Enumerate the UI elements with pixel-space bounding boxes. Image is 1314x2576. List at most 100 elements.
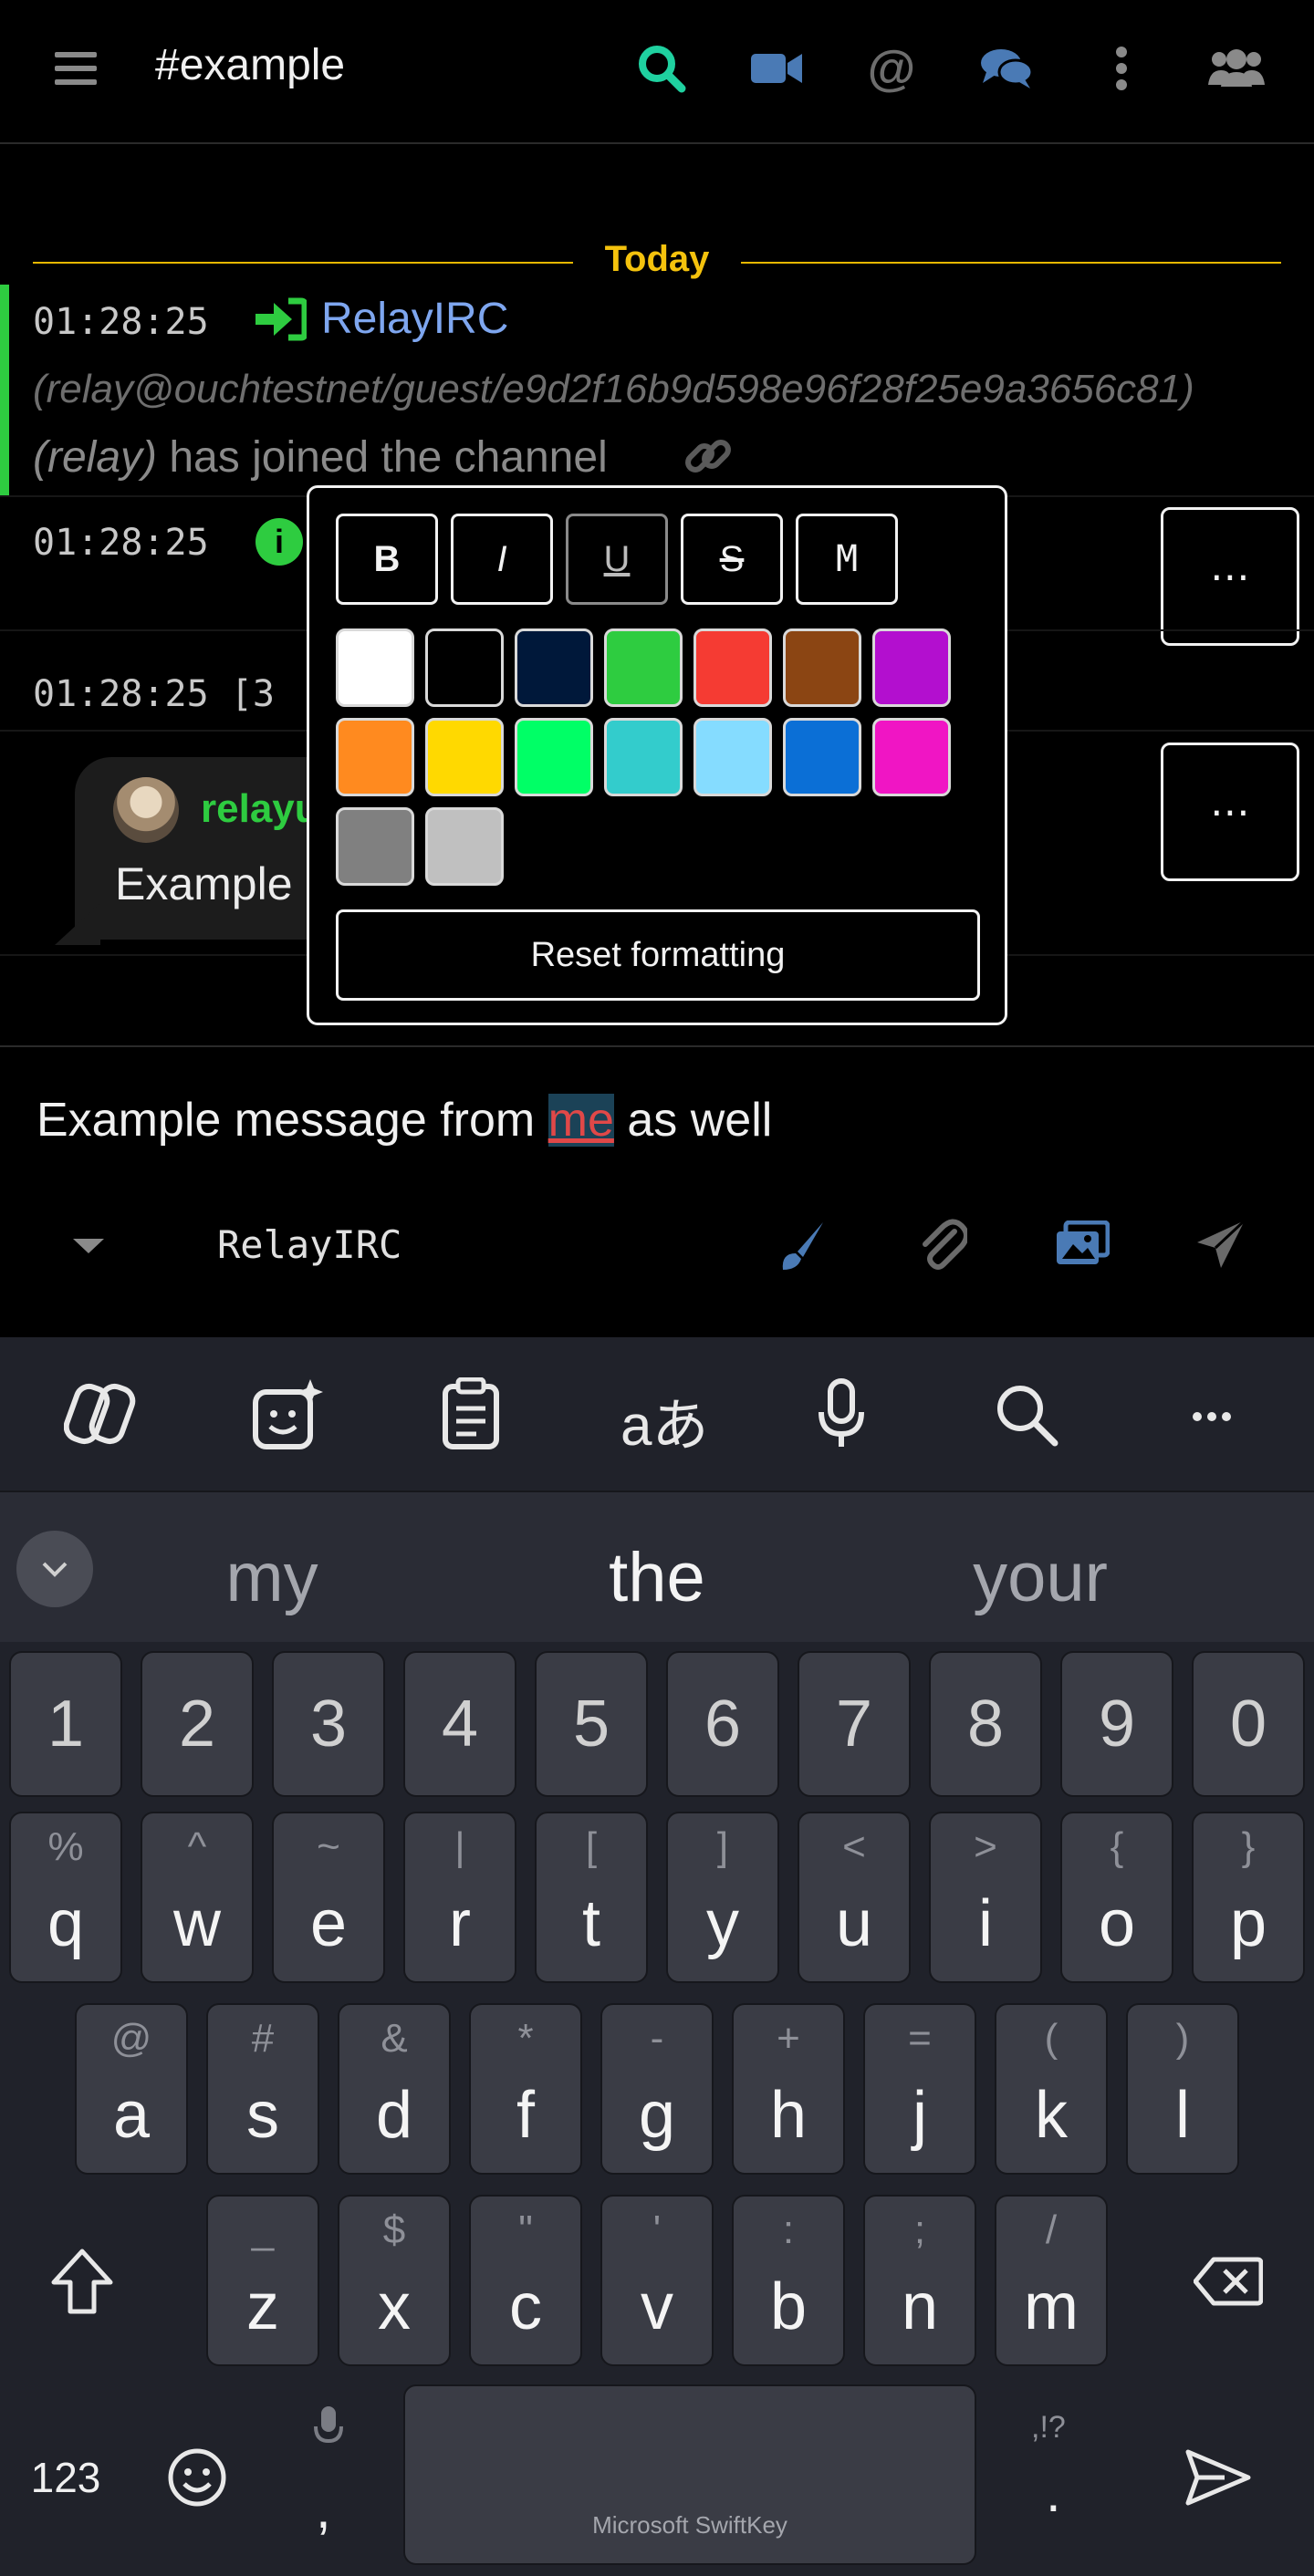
- shift-icon[interactable]: [36, 2231, 128, 2332]
- expand-toolbar-icon[interactable]: [71, 1237, 106, 1260]
- color-swatch[interactable]: [604, 718, 683, 796]
- image-upload-icon[interactable]: [1055, 1220, 1111, 1271]
- italic-button[interactable]: I: [451, 514, 553, 605]
- strikethrough-button[interactable]: S: [681, 514, 783, 605]
- number-key[interactable]: 6: [666, 1651, 779, 1797]
- letter-key[interactable]: ^ w: [141, 1812, 254, 1983]
- bubble-nick[interactable]: relayu: [201, 786, 319, 832]
- letter-key[interactable]: ) l: [1126, 2003, 1239, 2175]
- color-swatch[interactable]: [336, 718, 414, 796]
- letter-key[interactable]: * f: [469, 2003, 582, 2175]
- bold-button[interactable]: B: [336, 514, 438, 605]
- underline-button[interactable]: U: [566, 514, 668, 605]
- message-more-button[interactable]: ⋯: [1161, 743, 1299, 881]
- suggestion-right[interactable]: your: [903, 1538, 1177, 1617]
- letter-key[interactable]: < u: [798, 1812, 911, 1983]
- color-swatch[interactable]: [515, 718, 593, 796]
- join-icon: [256, 297, 308, 346]
- search-icon[interactable]: [995, 1383, 1058, 1451]
- message-more-button[interactable]: ⋯: [1161, 507, 1299, 646]
- attachment-icon[interactable]: [918, 1219, 969, 1278]
- letter-key[interactable]: -g: [600, 2003, 714, 2175]
- space-key[interactable]: Microsoft SwiftKey: [403, 2384, 976, 2565]
- number-key[interactable]: 5: [535, 1651, 648, 1797]
- color-swatch[interactable]: [336, 807, 414, 886]
- letter-key[interactable]: + h: [732, 2003, 845, 2175]
- copilot-icon[interactable]: [63, 1377, 137, 1455]
- identity-label[interactable]: RelayIRC: [217, 1222, 402, 1267]
- letter-key[interactable]: $ x: [338, 2195, 451, 2366]
- suggestion-center[interactable]: the: [520, 1538, 794, 1617]
- suggestion-left[interactable]: my: [135, 1538, 409, 1617]
- number-key[interactable]: 9: [1060, 1651, 1173, 1797]
- letter-key[interactable]: = j: [863, 2003, 976, 2175]
- color-swatch[interactable]: [425, 628, 504, 707]
- color-swatch[interactable]: [694, 718, 772, 796]
- microphone-icon[interactable]: [816, 1377, 867, 1455]
- number-key[interactable]: 8: [929, 1651, 1042, 1797]
- avatar[interactable]: [113, 777, 179, 843]
- letter-key[interactable]: ] y: [666, 1812, 779, 1983]
- number-key[interactable]: 7: [798, 1651, 911, 1797]
- letter-key[interactable]: ~ e: [272, 1812, 385, 1983]
- more-vertical-icon[interactable]: [1090, 36, 1153, 100]
- menu-icon[interactable]: [44, 36, 108, 100]
- color-swatch[interactable]: [515, 628, 593, 707]
- backspace-icon[interactable]: [1183, 2240, 1274, 2322]
- period-key[interactable]: .: [1046, 2461, 1061, 2524]
- link-icon[interactable]: [683, 431, 734, 486]
- letter-key[interactable]: ' v: [600, 2195, 714, 2366]
- divider-line-right: [741, 262, 1281, 264]
- number-key[interactable]: 0: [1192, 1651, 1305, 1797]
- letter-key[interactable]: & d: [338, 2003, 451, 2175]
- letter-key[interactable]: @ a: [75, 2003, 188, 2175]
- members-icon[interactable]: [1204, 36, 1268, 100]
- letter-key[interactable]: % q: [9, 1812, 122, 1983]
- letter-key[interactable]: ; n: [863, 2195, 976, 2366]
- more-horizontal-icon[interactable]: [1192, 1410, 1232, 1427]
- mention-icon[interactable]: @: [860, 36, 923, 100]
- search-icon[interactable]: [630, 36, 694, 100]
- letter-key[interactable]: {o: [1060, 1812, 1173, 1983]
- color-swatch[interactable]: [694, 628, 772, 707]
- letter-key[interactable]: # s: [206, 2003, 319, 2175]
- number-key[interactable]: 3: [272, 1651, 385, 1797]
- message-input[interactable]: Example message from me as well: [36, 1093, 772, 1148]
- reset-formatting-button[interactable]: Reset formatting: [336, 909, 980, 1001]
- symbols-key[interactable]: 123: [9, 2388, 122, 2567]
- translate-icon[interactable]: aあ: [620, 1379, 708, 1461]
- color-swatch[interactable]: [425, 718, 504, 796]
- letter-key[interactable]: :b: [732, 2195, 845, 2366]
- letter-key[interactable]: [t: [535, 1812, 648, 1983]
- letter-key[interactable]: (k: [995, 2003, 1108, 2175]
- chat-icon[interactable]: [975, 36, 1038, 100]
- clipboard-icon[interactable]: [442, 1376, 500, 1455]
- letter-key[interactable]: | r: [403, 1812, 516, 1983]
- color-swatch[interactable]: [872, 628, 951, 707]
- sticker-icon[interactable]: [252, 1377, 325, 1455]
- letter-key[interactable]: > i: [929, 1812, 1042, 1983]
- chevron-down-icon[interactable]: [16, 1531, 93, 1607]
- letter-key[interactable]: / m: [995, 2195, 1108, 2366]
- number-key[interactable]: 2: [141, 1651, 254, 1797]
- color-swatch[interactable]: [336, 628, 414, 707]
- number-key[interactable]: 4: [403, 1651, 516, 1797]
- color-swatch[interactable]: [604, 628, 683, 707]
- video-icon[interactable]: [745, 36, 808, 100]
- emoji-icon[interactable]: [161, 2432, 234, 2523]
- color-swatch[interactable]: [425, 807, 504, 886]
- number-key[interactable]: 1: [9, 1651, 122, 1797]
- letter-key[interactable]: _ z: [206, 2195, 319, 2366]
- join-nick[interactable]: RelayIRC: [321, 294, 508, 344]
- color-swatch[interactable]: [872, 718, 951, 796]
- brush-icon[interactable]: [777, 1220, 827, 1276]
- letter-key[interactable]: " c: [469, 2195, 582, 2366]
- color-swatch[interactable]: [783, 628, 861, 707]
- comma-key[interactable]: ,: [316, 2477, 331, 2540]
- send-icon[interactable]: [1195, 1219, 1246, 1274]
- color-swatch[interactable]: [783, 718, 861, 796]
- key-letter: y: [706, 1887, 739, 1960]
- letter-key[interactable]: } p: [1192, 1812, 1305, 1983]
- monospace-button[interactable]: M: [796, 514, 898, 605]
- send-icon[interactable]: [1177, 2432, 1259, 2523]
